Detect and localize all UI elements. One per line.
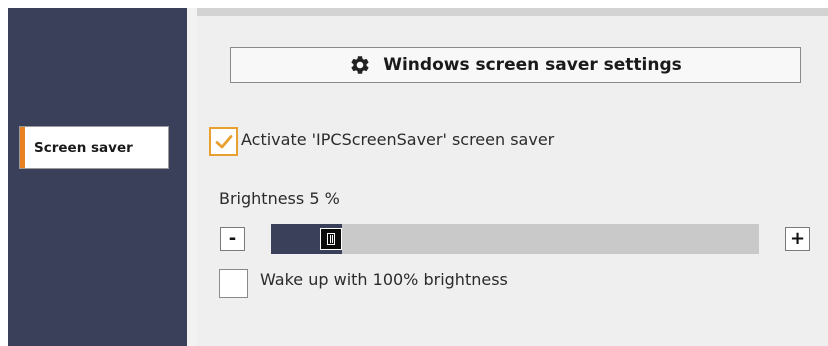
divider — [187, 8, 197, 346]
checkmark-icon — [215, 134, 232, 148]
brightness-increase-button[interactable]: + — [785, 227, 810, 251]
wake-full-brightness-checkbox[interactable] — [219, 269, 248, 298]
settings-button-label: Windows screen saver settings — [383, 55, 682, 75]
gear-icon — [351, 56, 369, 74]
content-top-border — [197, 8, 828, 16]
grip-icon — [327, 233, 335, 245]
sidebar-item-screen-saver[interactable]: Screen saver — [19, 126, 169, 169]
activate-screensaver-checkbox[interactable] — [209, 127, 238, 156]
wake-full-brightness-label: Wake up with 100% brightness — [260, 270, 508, 289]
brightness-decrease-button[interactable]: - — [220, 227, 245, 251]
sidebar — [8, 8, 187, 346]
slider-thumb[interactable] — [320, 228, 342, 250]
windows-screen-saver-settings-button[interactable]: Windows screen saver settings — [230, 47, 801, 83]
selection-accent — [20, 127, 25, 168]
brightness-label: Brightness 5 % — [219, 189, 340, 208]
sidebar-item-label: Screen saver — [34, 140, 133, 156]
brightness-slider[interactable] — [271, 224, 759, 254]
activate-screensaver-label: Activate 'IPCScreenSaver' screen saver — [241, 130, 555, 149]
